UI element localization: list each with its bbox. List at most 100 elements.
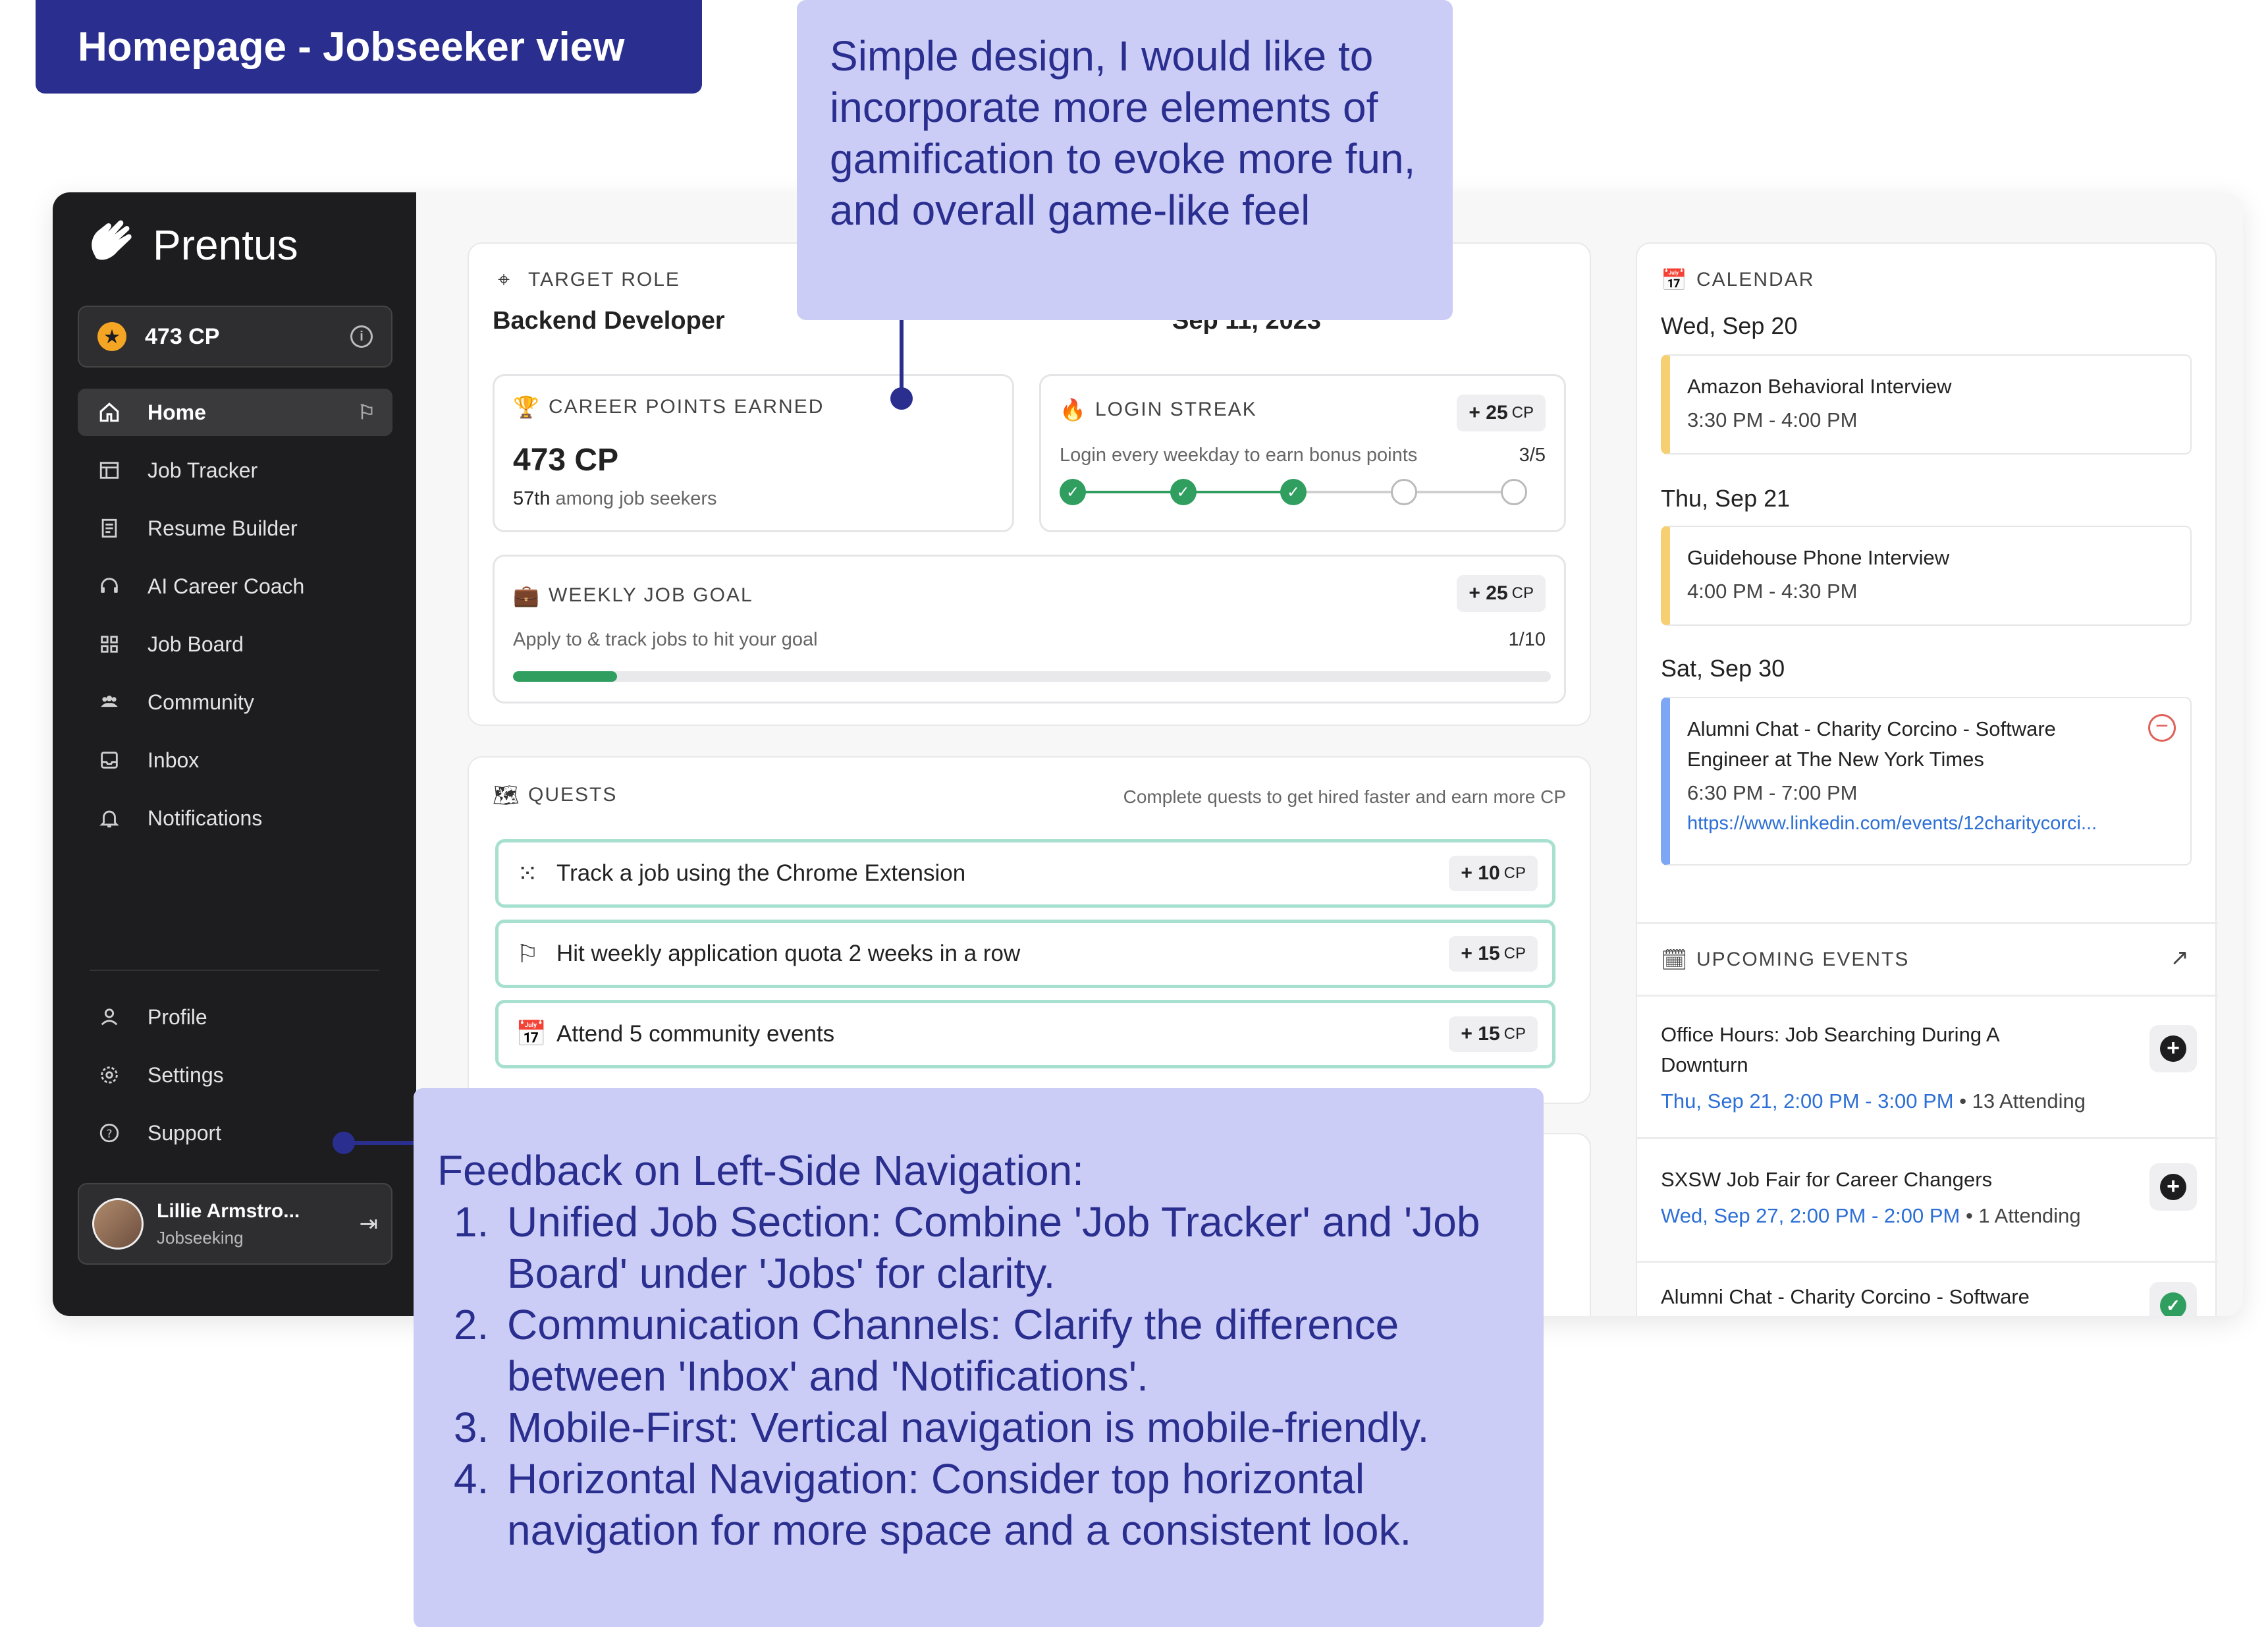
note-connector bbox=[900, 320, 904, 398]
quest-label: Hit weekly application quota 2 weeks in … bbox=[556, 941, 1021, 966]
calendar-day: Wed, Sep 20 bbox=[1661, 312, 1798, 339]
event-title: Office Hours: Job Searching During A Dow… bbox=[1661, 1023, 1999, 1076]
remove-icon[interactable]: − bbox=[2148, 714, 2176, 742]
upcoming-event[interactable]: Office Hours: Job Searching During A Dow… bbox=[1661, 1020, 2197, 1113]
add-event-button[interactable]: + bbox=[2149, 1163, 2197, 1211]
inbox-icon bbox=[96, 747, 122, 773]
sidebar-item-settings[interactable]: Settings bbox=[78, 1051, 392, 1099]
event-meta: Thu, Sep 21, 2:00 PM - 3:00 PM • 13 Atte… bbox=[1661, 1089, 2194, 1113]
check-icon: ✓ bbox=[2160, 1292, 2186, 1316]
user-name: Lillie Armstro... bbox=[157, 1200, 300, 1222]
quest-points: + 10 CP bbox=[1449, 856, 1538, 891]
career-points-value: 473 CP bbox=[513, 443, 619, 478]
sidebar-item-community[interactable]: Community bbox=[78, 678, 392, 726]
weekly-goal-bonus: + 25 CP bbox=[1457, 575, 1546, 612]
quest-item[interactable]: ⁙ Track a job using the Chrome Extension… bbox=[495, 839, 1555, 908]
sidebar-item-job-board[interactable]: Job Board bbox=[78, 620, 392, 668]
hand-logo-icon bbox=[92, 220, 132, 260]
attending-button[interactable]: ✓ bbox=[2149, 1282, 2197, 1316]
sidebar-item-job-tracker[interactable]: Job Tracker bbox=[78, 447, 392, 494]
flag-icon: ⚐ bbox=[516, 940, 539, 968]
streak-day-complete: ✓ bbox=[1060, 479, 1086, 505]
points-unit: CP bbox=[1503, 864, 1526, 882]
person-icon bbox=[96, 1004, 122, 1030]
calendar-list-icon: 🗓 bbox=[1661, 948, 1689, 972]
sidebar-item-home[interactable]: Home ⚐ bbox=[78, 389, 392, 436]
help-icon: ? bbox=[96, 1120, 122, 1146]
sidebar-item-profile[interactable]: Profile bbox=[78, 993, 392, 1041]
weekly-goal-label: WEEKLY JOB GOAL bbox=[549, 584, 753, 606]
home-icon bbox=[96, 399, 122, 426]
quests-hint: Complete quests to get hired faster and … bbox=[1123, 786, 1566, 807]
external-link-icon[interactable]: ↗ bbox=[2171, 945, 2190, 971]
login-streak-bonus: + 25 CP bbox=[1457, 395, 1546, 431]
calendar-event[interactable]: Amazon Behavioral Interview 3:30 PM - 4:… bbox=[1661, 354, 2192, 455]
brand-logo[interactable]: Prentus bbox=[84, 219, 298, 271]
streak-connector bbox=[1293, 491, 1404, 493]
quests-header: 🗺 QUESTS bbox=[493, 783, 617, 808]
sidebar-item-label: AI Career Coach bbox=[148, 574, 305, 598]
cp-balance[interactable]: ★ 473 CP i bbox=[78, 306, 392, 368]
event-meta: Wed, Sep 27, 2:00 PM - 2:00 PM • 1 Atten… bbox=[1661, 1204, 2194, 1228]
event-title: Amazon Behavioral Interview bbox=[1687, 375, 1952, 398]
streak-connector bbox=[1183, 491, 1293, 493]
note-heading: Feedback on Left-Side Navigation: bbox=[437, 1147, 1084, 1194]
nav-note-connector-dot bbox=[333, 1132, 355, 1154]
calendar-day: Sat, Sep 30 bbox=[1661, 655, 1785, 682]
event-date: Thu, Sep 21, 2:00 PM - 3:00 PM bbox=[1661, 1089, 1954, 1113]
sidebar-item-inbox[interactable]: Inbox bbox=[78, 736, 392, 784]
upcoming-event[interactable]: SXSW Job Fair for Career Changers Wed, S… bbox=[1661, 1163, 2197, 1228]
quests-card: 🗺 QUESTS Complete quests to get hired fa… bbox=[468, 756, 1591, 1104]
bell-icon bbox=[96, 805, 122, 831]
user-card[interactable]: Lillie Armstro... Jobseeking ⇥ bbox=[78, 1183, 392, 1265]
sidebar-item-notifications[interactable]: Notifications bbox=[78, 794, 392, 842]
calendar-icon: 📅 bbox=[1661, 268, 1688, 292]
upcoming-label: UPCOMING EVENTS bbox=[1696, 949, 1910, 970]
info-icon[interactable]: i bbox=[350, 325, 373, 348]
calendar-event[interactable]: Alumni Chat - Charity Corcino - Software… bbox=[1661, 697, 2192, 866]
upcoming-event[interactable]: Alumni Chat - Charity Corcino - Software… bbox=[1661, 1282, 2197, 1316]
bonus-points: + 25 bbox=[1469, 582, 1508, 604]
sidebar-item-resume-builder[interactable]: Resume Builder bbox=[78, 505, 392, 552]
note-connector-dot bbox=[890, 387, 913, 410]
bonus-points: + 25 bbox=[1469, 402, 1508, 424]
bonus-unit: CP bbox=[1511, 404, 1534, 422]
career-points-label: CAREER POINTS EARNED bbox=[549, 396, 824, 418]
sidebar-item-ai-career-coach[interactable]: AI Career Coach bbox=[78, 563, 392, 610]
target-icon: ⌖ bbox=[497, 267, 512, 291]
design-feedback-note: Simple design, I would like to incorpora… bbox=[797, 0, 1453, 320]
calendar-icon: 📅 bbox=[516, 1020, 547, 1048]
map-icon: 🗺 bbox=[493, 783, 521, 807]
calendar-event[interactable]: Guidehouse Phone Interview 4:00 PM - 4:3… bbox=[1661, 526, 2192, 626]
grid-dots-icon: ⁙ bbox=[517, 860, 538, 888]
page-title: Homepage - Jobseeker view bbox=[36, 0, 702, 94]
quest-points: + 15 CP bbox=[1449, 936, 1538, 972]
sidebar-item-label: Notifications bbox=[148, 806, 263, 830]
avatar bbox=[92, 1198, 144, 1250]
streak-day-complete: ✓ bbox=[1280, 479, 1307, 505]
briefcase-icon: 💼 bbox=[513, 584, 541, 607]
event-title: Alumni Chat - Charity Corcino - Software… bbox=[1687, 717, 2056, 771]
sidebar-item-label: Job Board bbox=[148, 632, 244, 656]
login-streak-label: LOGIN STREAK bbox=[1095, 399, 1257, 420]
login-streak-header: 🔥 LOGIN STREAK bbox=[1060, 397, 1257, 422]
quest-item[interactable]: 📅 Attend 5 community events + 15 CP bbox=[495, 1000, 1555, 1068]
logout-icon[interactable]: ⇥ bbox=[360, 1211, 379, 1237]
target-role-value[interactable]: Backend Developer bbox=[493, 307, 725, 335]
calendar-day: Thu, Sep 21 bbox=[1661, 485, 1791, 512]
career-points-rank: 57th among job seekers bbox=[513, 488, 717, 510]
weekly-goal-card: 💼 WEEKLY JOB GOAL + 25 CP Apply to & trac… bbox=[493, 555, 1566, 703]
flame-icon: 🔥 bbox=[1060, 398, 1087, 422]
quest-item[interactable]: ⚐ Hit weekly application quota 2 weeks i… bbox=[495, 920, 1555, 988]
weekly-goal-count: 1/10 bbox=[1508, 629, 1546, 650]
document-icon bbox=[96, 515, 122, 541]
rank-position: 57th bbox=[513, 488, 551, 509]
brand-name: Prentus bbox=[153, 221, 298, 269]
upcoming-header: 🗓 UPCOMING EVENTS bbox=[1661, 947, 1909, 972]
note-item: Horizontal Navigation: Consider top hori… bbox=[500, 1453, 1520, 1556]
points-unit: CP bbox=[1503, 945, 1526, 962]
add-event-button[interactable]: + bbox=[2149, 1025, 2197, 1072]
bonus-unit: CP bbox=[1511, 584, 1534, 602]
event-link[interactable]: https://www.linkedin.com/events/12charit… bbox=[1687, 813, 2131, 835]
calendar-label: CALENDAR bbox=[1696, 269, 1815, 290]
